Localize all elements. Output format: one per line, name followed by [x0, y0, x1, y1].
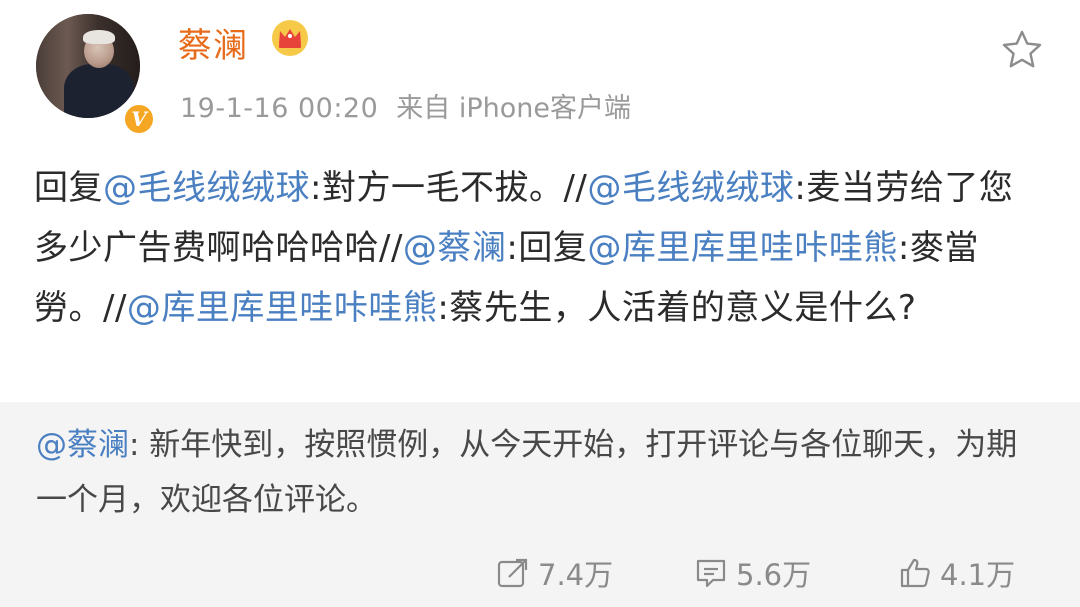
- mention-link[interactable]: @库里库里哇咔哇熊: [587, 228, 898, 268]
- author-avatar[interactable]: V: [36, 14, 156, 136]
- repost-button[interactable]: 7.4万: [496, 545, 613, 601]
- post-header: V 蔡澜 19-1-16 00:20 来自 iPhone客户端: [0, 0, 1080, 140]
- post-text-segment: :對方一毛不拔。//: [310, 168, 588, 208]
- mention-link[interactable]: @毛线绒绒球: [587, 168, 794, 208]
- like-button[interactable]: 4.1万: [898, 545, 1015, 601]
- crown-icon: [272, 20, 308, 56]
- post-content: 回复@毛线绒绒球:對方一毛不拔。//@毛线绒绒球:麦当劳给了您多少广告费啊哈哈哈…: [34, 158, 1034, 338]
- verified-v-icon: V: [122, 102, 156, 136]
- quoted-post-text: @蔡澜: 新年快到，按照惯例，从今天开始，打开评论与各位聊天，为期一个月，欢迎各…: [36, 418, 1046, 528]
- repost-count: 7.4万: [538, 558, 614, 592]
- action-bar: 7.4万 5.6万 4.1万: [0, 545, 1080, 601]
- repost-icon: [497, 558, 528, 588]
- post-text-segment: :回复: [506, 228, 588, 268]
- comment-button[interactable]: 5.6万: [694, 545, 811, 601]
- comment-count: 5.6万: [736, 558, 812, 592]
- post-text-segment: :蔡先生，人活着的意义是什么?: [437, 288, 917, 328]
- quoted-post[interactable]: @蔡澜: 新年快到，按照惯例，从今天开始，打开评论与各位聊天，为期一个月，欢迎各…: [0, 402, 1080, 607]
- like-count: 4.1万: [940, 558, 1016, 592]
- post-source: 来自 iPhone客户端: [396, 93, 632, 124]
- mention-link[interactable]: @毛线绒绒球: [103, 168, 310, 208]
- comment-icon: [696, 559, 726, 588]
- star-outline-icon[interactable]: [1000, 28, 1044, 72]
- user-avatar: [36, 14, 140, 118]
- mention-link[interactable]: @库里库里哇咔哇熊: [127, 288, 438, 328]
- mention-link[interactable]: @蔡澜: [403, 228, 507, 268]
- quoted-body: : 新年快到，按照惯例，从今天开始，打开评论与各位聊天，为期一个月，欢迎各位评论…: [36, 427, 1018, 518]
- thumbs-up-icon: [900, 558, 930, 588]
- post-text-segment: 回复: [34, 168, 103, 208]
- author-name[interactable]: 蔡澜: [178, 18, 248, 67]
- post-meta: 19-1-16 00:20 来自 iPhone客户端: [180, 86, 631, 125]
- post-timestamp: 19-1-16 00:20: [180, 93, 379, 124]
- mention-link[interactable]: @蔡澜: [36, 427, 129, 463]
